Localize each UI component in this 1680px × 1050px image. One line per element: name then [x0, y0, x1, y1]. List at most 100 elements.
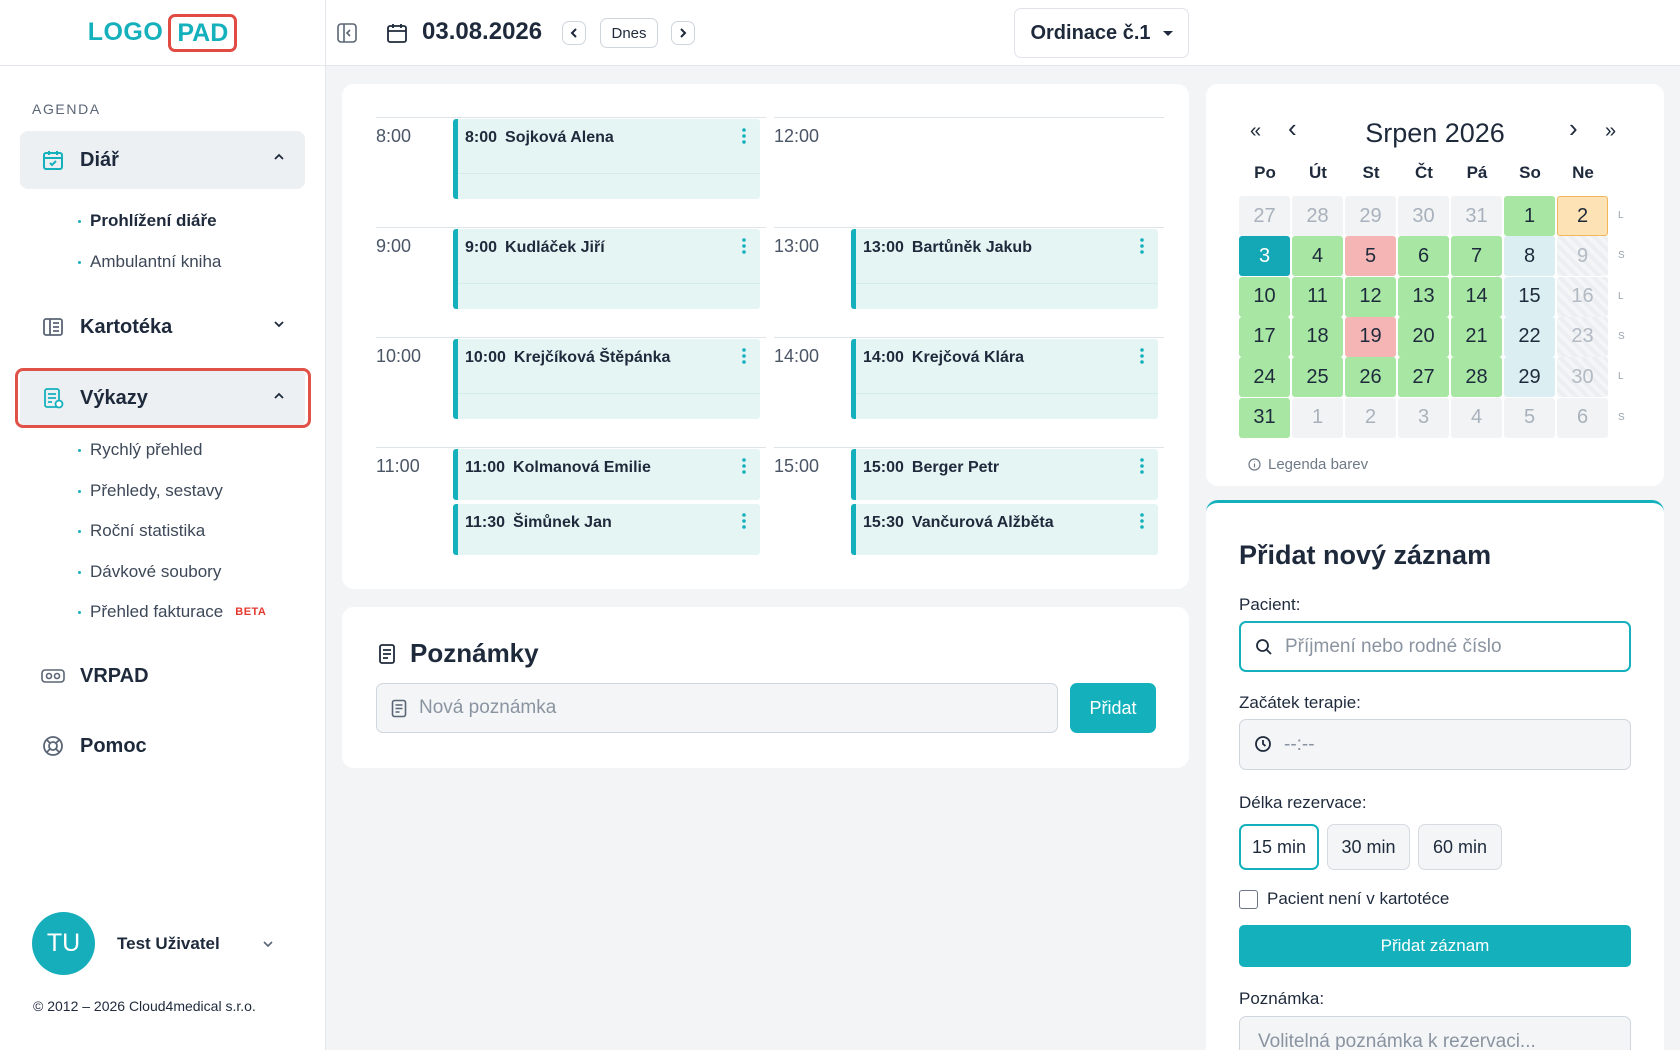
- calendar-day[interactable]: 13: [1398, 276, 1449, 317]
- office-select[interactable]: Ordinace č.1: [1014, 8, 1189, 58]
- calendar-day-today[interactable]: 3: [1239, 236, 1290, 277]
- calendar-day[interactable]: 18: [1292, 316, 1343, 357]
- nav-pomoc[interactable]: Pomoc: [20, 717, 305, 775]
- appointment[interactable]: 10:00 Krejčíková Štěpánka: [453, 339, 760, 419]
- calendar-day[interactable]: 17: [1239, 316, 1290, 357]
- calendar-day[interactable]: 8: [1504, 236, 1555, 277]
- calendar-day[interactable]: 20: [1398, 316, 1449, 357]
- sub-prehled-fakturace[interactable]: Přehled fakturace BETA: [78, 602, 266, 622]
- calendar-day[interactable]: 21: [1451, 316, 1502, 357]
- duration-30-button[interactable]: 30 min: [1327, 824, 1410, 870]
- appointment[interactable]: 14:00 Krejčová Klára: [851, 339, 1158, 419]
- calendar-day[interactable]: 28: [1451, 357, 1502, 398]
- calendar-day[interactable]: 23: [1557, 316, 1608, 357]
- calendar-day[interactable]: 11: [1292, 276, 1343, 317]
- nav-diar[interactable]: Diář: [20, 131, 305, 189]
- sub-davkove-soubory[interactable]: Dávkové soubory: [78, 562, 221, 582]
- calendar-day[interactable]: 26: [1345, 357, 1396, 398]
- sub-ambulantni-kniha[interactable]: Ambulantní kniha: [78, 252, 221, 272]
- calendar-day[interactable]: 19: [1345, 316, 1396, 357]
- sidebar-toggle-icon[interactable]: [336, 22, 358, 44]
- appointment[interactable]: 15:00 Berger Petr: [851, 449, 1158, 500]
- calendar-day[interactable]: 6: [1398, 236, 1449, 277]
- hour-row[interactable]: 15:00 15:00 Berger Petr 15:30 Vančurová Alžb…: [774, 447, 1164, 557]
- next-day-button[interactable]: [671, 21, 695, 45]
- calendar-day[interactable]: 4: [1292, 236, 1343, 277]
- sub-rocni-statistika[interactable]: Roční statistika: [78, 521, 205, 541]
- calendar-day[interactable]: 1: [1292, 397, 1343, 438]
- hour-row[interactable]: 14:00 14:00 Krejčová Klára: [774, 337, 1164, 447]
- hour-row[interactable]: 8:00 8:00 Sojková Alena: [376, 117, 766, 227]
- calendar-day[interactable]: 25: [1292, 357, 1343, 398]
- color-legend[interactable]: Legenda barev: [1248, 456, 1368, 473]
- duration-60-button[interactable]: 60 min: [1418, 824, 1502, 870]
- today-button[interactable]: Dnes: [600, 18, 658, 48]
- not-in-registry-checkbox[interactable]: Pacient není v kartotéce: [1239, 889, 1449, 909]
- appointment[interactable]: 15:30 Vančurová Alžběta: [851, 504, 1158, 555]
- calendar-day[interactable]: 27: [1239, 196, 1290, 236]
- more-options-icon[interactable]: [1140, 457, 1144, 475]
- start-time-input[interactable]: --:--: [1239, 719, 1631, 770]
- hour-row[interactable]: 13:00 13:00 Bartůněk Jakub: [774, 227, 1164, 337]
- more-options-icon[interactable]: [742, 237, 746, 255]
- calendar-day[interactable]: 31: [1239, 397, 1290, 438]
- sub-prohlizeni-diare[interactable]: Prohlížení diáře: [78, 211, 217, 231]
- calendar-day[interactable]: 12: [1345, 276, 1396, 317]
- calendar-day[interactable]: 30: [1398, 196, 1449, 236]
- appointment[interactable]: 11:00 Kolmanová Emilie: [453, 449, 760, 500]
- new-note-input[interactable]: Nová poznámka: [376, 683, 1058, 733]
- calendar-day[interactable]: 7: [1451, 236, 1502, 277]
- calendar-day[interactable]: 30: [1557, 357, 1608, 398]
- calendar-day[interactable]: 5: [1345, 236, 1396, 277]
- hour-row[interactable]: 12:00: [774, 117, 1164, 227]
- logo[interactable]: LOGO PAD: [0, 0, 325, 66]
- more-options-icon[interactable]: [742, 127, 746, 145]
- calendar-day[interactable]: 16: [1557, 276, 1608, 317]
- calendar-day[interactable]: 22: [1504, 316, 1555, 357]
- patient-search-input[interactable]: Příjmení nebo rodné číslo: [1239, 621, 1631, 672]
- hour-row[interactable]: 10:00 10:00 Krejčíková Štěpánka: [376, 337, 766, 447]
- reservation-note-input[interactable]: Volitelná poznámka k rezervaci...: [1239, 1016, 1631, 1050]
- checkbox-box[interactable]: [1239, 889, 1258, 909]
- duration-15-button[interactable]: 15 min: [1239, 824, 1319, 870]
- calendar-day[interactable]: 2: [1557, 196, 1608, 236]
- sub-rychly-prehled[interactable]: Rychlý přehled: [78, 440, 202, 460]
- nav-kartoteka[interactable]: Kartotéka: [20, 298, 305, 356]
- calendar-day[interactable]: 9: [1557, 236, 1608, 277]
- calendar-day[interactable]: 31: [1451, 196, 1502, 236]
- user-menu[interactable]: TU Test Uživatel: [32, 912, 274, 975]
- calendar-day[interactable]: 29: [1504, 357, 1555, 398]
- next-month-button[interactable]: ›: [1569, 113, 1578, 144]
- add-note-button[interactable]: Přidat: [1070, 683, 1156, 733]
- more-options-icon[interactable]: [1140, 512, 1144, 530]
- more-options-icon[interactable]: [1140, 347, 1144, 365]
- more-options-icon[interactable]: [742, 347, 746, 365]
- calendar-day[interactable]: 27: [1398, 357, 1449, 398]
- appointment[interactable]: 11:30 Šimůnek Jan: [453, 504, 760, 555]
- hour-row[interactable]: 11:00 11:00 Kolmanová Emilie 11:30 Šimůnek J…: [376, 447, 766, 557]
- nav-vrpad[interactable]: VRPAD: [20, 647, 305, 705]
- calendar-day[interactable]: 2: [1345, 397, 1396, 438]
- calendar-day[interactable]: 28: [1292, 196, 1343, 236]
- calendar-day[interactable]: 3: [1398, 397, 1449, 438]
- next-year-button[interactable]: »: [1605, 120, 1616, 143]
- hour-row[interactable]: 9:00 9:00 Kudláček Jiří: [376, 227, 766, 337]
- more-options-icon[interactable]: [1140, 237, 1144, 255]
- calendar-day[interactable]: 5: [1504, 397, 1555, 438]
- appointment[interactable]: 13:00 Bartůněk Jakub: [851, 229, 1158, 309]
- more-options-icon[interactable]: [742, 457, 746, 475]
- appointment[interactable]: 8:00 Sojková Alena: [453, 119, 760, 199]
- calendar-day[interactable]: 4: [1451, 397, 1502, 438]
- more-options-icon[interactable]: [742, 512, 746, 530]
- prev-day-button[interactable]: [562, 21, 586, 45]
- calendar-day[interactable]: 15: [1504, 276, 1555, 317]
- appointment[interactable]: 9:00 Kudláček Jiří: [453, 229, 760, 309]
- calendar-day[interactable]: 10: [1239, 276, 1290, 317]
- calendar-day[interactable]: 6: [1557, 397, 1608, 438]
- sub-prehledy-sestavy[interactable]: Přehledy, sestavy: [78, 481, 223, 501]
- add-record-button[interactable]: Přidat záznam: [1239, 925, 1631, 967]
- calendar-day[interactable]: 24: [1239, 357, 1290, 398]
- calendar-day[interactable]: 29: [1345, 196, 1396, 236]
- calendar-day[interactable]: 14: [1451, 276, 1502, 317]
- calendar-day[interactable]: 1: [1504, 196, 1555, 236]
